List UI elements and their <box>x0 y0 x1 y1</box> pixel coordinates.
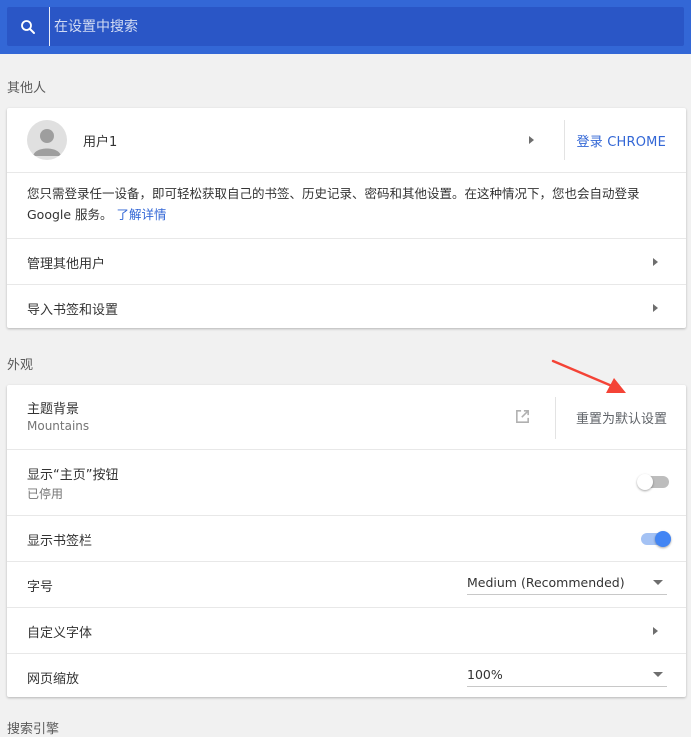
font-size-row: 字号 Medium (Recommended) <box>7 561 686 607</box>
people-card: 用户1 登录 CHROME 您只需登录任一设备，即可轻松获取自己的书签、历史记录… <box>7 108 686 328</box>
page-zoom-select[interactable]: 100% <box>467 663 667 687</box>
appearance-card: 主题背景 Mountains 重置为默认设置 显示“主页”按钮 已停用 显示书签… <box>7 385 686 697</box>
divider <box>564 120 565 160</box>
caret-down-icon <box>653 580 663 585</box>
home-button-row[interactable]: 显示“主页”按钮 已停用 <box>7 449 686 515</box>
toggle-knob <box>655 531 671 547</box>
sync-description: 您只需登录任一设备，即可轻松获取自己的书签、历史记录、密码和其他设置。在这种情况… <box>27 183 677 225</box>
caret-down-icon <box>653 672 663 677</box>
manage-other-people-label: 管理其他用户 <box>27 257 106 272</box>
avatar <box>27 120 67 160</box>
chevron-right-icon[interactable] <box>529 136 534 144</box>
chevron-right-icon[interactable] <box>653 304 658 312</box>
learn-more-link[interactable]: 了解详情 <box>117 207 167 222</box>
reset-to-default-button[interactable]: 重置为默认设置 <box>576 408 667 427</box>
page-zoom-row: 网页缩放 100% <box>7 653 686 697</box>
appearance-section-title: 外观 <box>7 358 34 373</box>
person-icon <box>33 129 61 156</box>
import-bookmarks-row[interactable]: 导入书签和设置 <box>7 284 686 328</box>
toggle-knob <box>637 474 653 490</box>
customize-fonts-label: 自定义字体 <box>27 626 93 641</box>
font-size-value: Medium (Recommended) <box>467 575 625 590</box>
page-zoom-label: 网页缩放 <box>27 672 80 687</box>
open-in-new-icon[interactable] <box>514 408 531 429</box>
chevron-right-icon[interactable] <box>653 258 658 266</box>
annotation-arrow-icon <box>551 359 626 393</box>
bookmarks-bar-label: 显示书签栏 <box>27 534 93 549</box>
bookmarks-bar-row[interactable]: 显示书签栏 <box>7 515 686 561</box>
sync-description-row: 您只需登录任一设备，即可轻松获取自己的书签、历史记录、密码和其他设置。在这种情况… <box>7 172 686 238</box>
profile-row[interactable]: 用户1 登录 CHROME <box>7 108 686 172</box>
font-size-select[interactable]: Medium (Recommended) <box>467 571 667 595</box>
import-bookmarks-label: 导入书签和设置 <box>27 303 119 318</box>
home-button-label: 显示“主页”按钮 <box>27 468 119 483</box>
font-size-label: 字号 <box>27 580 54 595</box>
search-icon[interactable] <box>7 7 49 46</box>
home-button-status: 已停用 <box>27 487 64 501</box>
theme-value: Mountains <box>27 419 90 433</box>
settings-toolbar <box>0 0 691 54</box>
theme-label: 主题背景 <box>27 402 80 417</box>
divider <box>555 397 556 439</box>
signin-chrome-button[interactable]: 登录 CHROME <box>577 131 666 150</box>
customize-fonts-row[interactable]: 自定义字体 <box>7 607 686 653</box>
chevron-right-icon[interactable] <box>653 627 658 635</box>
people-section-title: 其他人 <box>7 81 47 96</box>
profile-name: 用户1 <box>83 135 118 150</box>
search-input[interactable] <box>49 7 684 46</box>
page-zoom-value: 100% <box>467 667 503 682</box>
search-box[interactable] <box>7 7 684 46</box>
manage-other-people-row[interactable]: 管理其他用户 <box>7 238 686 284</box>
